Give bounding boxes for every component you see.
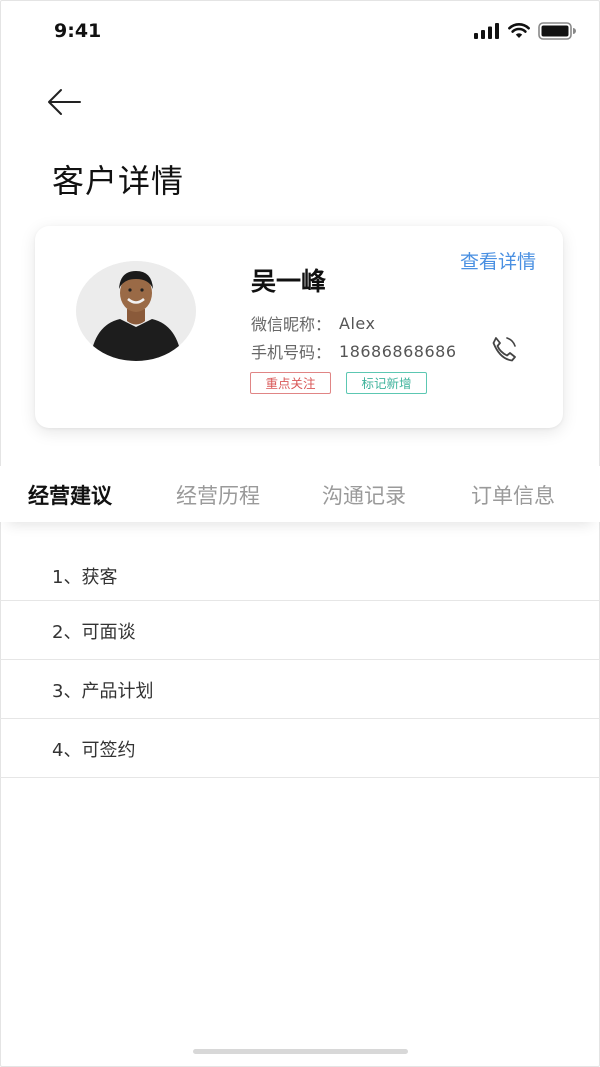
list-item[interactable]: 3、产品计划: [0, 660, 600, 719]
signal-icon: [474, 23, 499, 39]
status-time: 9:41: [54, 20, 102, 42]
status-icons: [474, 20, 576, 42]
wechat-label: 微信昵称：: [251, 315, 332, 334]
phone-row: 手机号码： 18686868686: [251, 339, 457, 363]
phone-icon: [492, 337, 516, 362]
list-item[interactable]: 2、可面谈: [0, 601, 600, 660]
suggestion-list: 1、获客 2、可面谈 3、产品计划 4、可签约: [0, 545, 600, 778]
phone-label: 手机号码：: [251, 343, 332, 362]
tab-communication-records[interactable]: 沟通记录: [322, 480, 406, 510]
page-title: 客户详情: [52, 162, 185, 200]
back-button[interactable]: [44, 85, 86, 119]
customer-name: 吴一峰: [251, 267, 327, 296]
list-item-label: 1、获客: [52, 567, 118, 588]
tab-bar: 经营建议 经营历程 沟通记录 订单信息: [0, 466, 600, 522]
home-indicator: [193, 1049, 408, 1054]
wechat-value: Alex: [339, 313, 376, 333]
call-button[interactable]: [488, 334, 520, 364]
view-details-link[interactable]: 查看详情: [460, 247, 536, 274]
list-item-label: 3、产品计划: [52, 681, 154, 702]
tab-business-history[interactable]: 经营历程: [176, 480, 260, 510]
battery-icon: [538, 22, 576, 40]
tag-new: 标记新增: [346, 372, 427, 394]
list-item-label: 2、可面谈: [52, 622, 136, 643]
arrow-left-icon: [48, 89, 81, 115]
avatar: [76, 261, 196, 361]
list-item[interactable]: 1、获客: [0, 545, 600, 601]
customer-card: 吴一峰 查看详情 微信昵称： Alex 手机号码： 18686868686 重点…: [35, 226, 563, 428]
wechat-row: 微信昵称： Alex: [251, 311, 375, 335]
tag-focus: 重点关注: [250, 372, 331, 394]
phone-value: 18686868686: [339, 341, 457, 361]
list-item[interactable]: 4、可签约: [0, 719, 600, 778]
tab-business-suggestions[interactable]: 经营建议: [28, 480, 112, 510]
list-item-label: 4、可签约: [52, 740, 136, 761]
tab-order-info[interactable]: 订单信息: [471, 480, 555, 510]
wifi-icon: [508, 23, 530, 38]
